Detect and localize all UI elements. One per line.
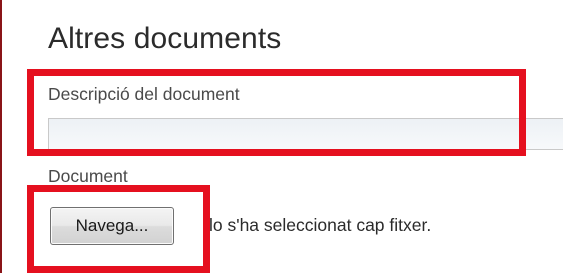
description-label: Descripció del document: [48, 84, 240, 104]
page-left-border: [0, 0, 2, 273]
file-status-text: lo s'ha seleccionat cap fitxer.: [209, 215, 432, 235]
browse-button[interactable]: Navega...: [50, 207, 174, 245]
document-label: Document: [48, 166, 128, 186]
section-title: Altres documents: [48, 22, 282, 55]
description-input[interactable]: [48, 118, 563, 150]
